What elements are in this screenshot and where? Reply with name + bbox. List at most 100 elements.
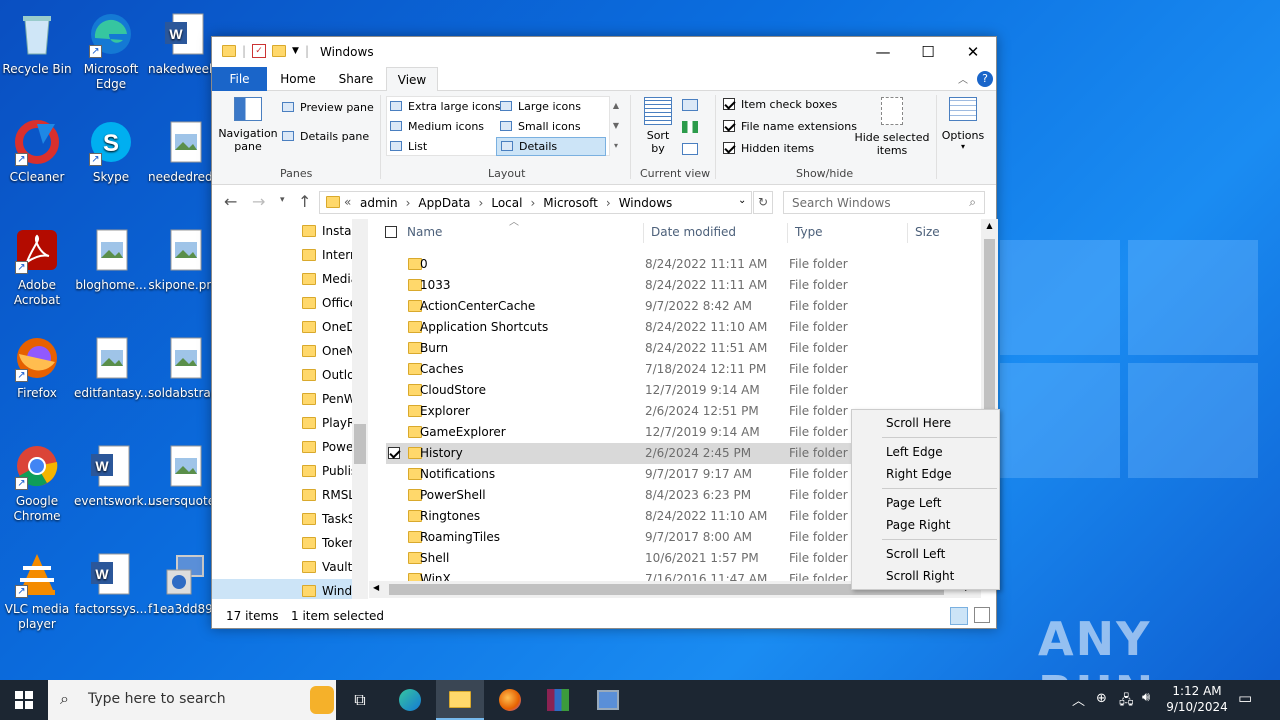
breadcrumb-item[interactable]: Local xyxy=(491,196,522,210)
file-row[interactable]: 1033 8/24/2022 11:11 AM File folder xyxy=(386,275,951,296)
address-dropdown-icon[interactable]: ⌄ xyxy=(738,195,746,206)
file-name-extensions-toggle[interactable]: File name extensions xyxy=(723,120,857,133)
quick-access-dropdown-icon[interactable]: ▼ xyxy=(292,46,299,56)
task-view-button[interactable]: ⧉ xyxy=(336,680,384,720)
size-columns-icon[interactable] xyxy=(682,143,698,155)
desktop-icon[interactable]: ↗ Google Chrome xyxy=(0,442,74,524)
column-header-type[interactable]: Type xyxy=(795,219,823,245)
notifications-icon[interactable]: ▭ xyxy=(1238,689,1252,707)
help-icon[interactable]: ? xyxy=(977,71,993,87)
file-row[interactable]: Caches 7/18/2024 12:11 PM File folder xyxy=(386,359,951,380)
taskbar-installer[interactable] xyxy=(584,680,632,720)
layout-list[interactable]: List xyxy=(390,140,427,153)
desktop-icon[interactable]: ↗ Firefox xyxy=(0,334,74,401)
group-by-icon[interactable] xyxy=(682,99,698,111)
volume-icon[interactable]: 🔊︎ xyxy=(1142,690,1150,705)
column-header-date-modified[interactable]: Date modified xyxy=(651,219,736,245)
desktop-icon[interactable]: bloghome... xyxy=(74,226,148,293)
file-name-extensions-checkbox[interactable] xyxy=(723,120,735,132)
file-row[interactable]: Application Shortcuts 8/24/2022 11:10 AM F… xyxy=(386,317,951,338)
desktop-icon[interactable]: Wfactorssys... xyxy=(74,550,148,617)
file-row[interactable]: Burn 8/24/2022 11:51 AM File folder xyxy=(386,338,951,359)
row-checkbox[interactable] xyxy=(388,447,400,459)
desktop-icon[interactable]: S ↗ Skype xyxy=(74,118,148,185)
collapse-ribbon-icon[interactable]: ︿ xyxy=(958,71,968,86)
close-button[interactable]: ✕ xyxy=(950,37,996,67)
hidden-items-toggle[interactable]: Hidden items xyxy=(723,142,814,155)
maximize-button[interactable]: ☐ xyxy=(905,37,951,67)
desktop-icon[interactable]: ↗ Adobe Acrobat xyxy=(0,226,74,308)
breadcrumb-item[interactable]: admin xyxy=(360,196,398,210)
taskbar-search-box[interactable]: ⌕ Type here to search xyxy=(48,680,336,720)
sort-by-button[interactable]: Sort by xyxy=(640,97,676,155)
menu-scroll-here[interactable]: Scroll Here xyxy=(886,416,951,430)
file-row[interactable]: CloudStore 12/7/2019 9:14 AM File folder xyxy=(386,380,951,401)
column-header-size[interactable]: Size xyxy=(915,219,940,245)
menu-scroll-right[interactable]: Scroll Right xyxy=(886,569,954,583)
desktop-icon[interactable]: Recycle Bin xyxy=(0,10,74,77)
up-arrow-icon[interactable]: ↑ xyxy=(298,192,311,211)
show-hidden-icons-chevron[interactable]: ︿ xyxy=(1072,690,1085,709)
menu-page-left[interactable]: Page Left xyxy=(886,496,941,510)
navigation-pane-button[interactable]: Navigation pane xyxy=(218,97,278,157)
search-input[interactable]: Search Windows ⌕ xyxy=(783,191,985,214)
refresh-button[interactable]: ↻ xyxy=(753,191,773,214)
add-columns-icon[interactable] xyxy=(682,121,698,133)
desktop-icon[interactable]: editfantasy... xyxy=(74,334,151,401)
file-row[interactable]: 0 8/24/2022 11:11 AM File folder xyxy=(386,254,951,275)
file-row[interactable]: ActionCenterCache 9/7/2022 8:42 AM File fo… xyxy=(386,296,951,317)
new-folder-icon[interactable] xyxy=(272,45,287,57)
layout-extra-large-icons[interactable]: Extra large icons xyxy=(390,100,500,113)
layout-scroll-icon[interactable]: ▲ ▼ ▾ xyxy=(611,96,621,156)
recent-locations-chevron-icon[interactable]: ▾ xyxy=(280,195,285,205)
address-overflow[interactable]: « xyxy=(344,195,351,209)
breadcrumb-separator-icon[interactable]: › xyxy=(479,196,484,210)
back-arrow-icon[interactable]: ← xyxy=(224,192,237,211)
taskbar-edge[interactable] xyxy=(386,680,434,720)
breadcrumb-separator-icon[interactable]: › xyxy=(406,196,411,210)
desktop-icon[interactable]: ↗ CCleaner xyxy=(0,118,74,185)
layout-details[interactable]: Details xyxy=(496,137,606,156)
breadcrumb-item[interactable]: Microsoft xyxy=(543,196,598,210)
layout-medium-icons[interactable]: Medium icons xyxy=(390,120,484,133)
taskbar-file-explorer[interactable] xyxy=(436,680,484,720)
desktop-icon[interactable]: Weventswork... xyxy=(74,442,155,509)
network-icon[interactable]: 🖧 xyxy=(1119,691,1134,713)
layout-small-icons[interactable]: Small icons xyxy=(500,120,581,133)
minimize-button[interactable]: — xyxy=(860,37,906,67)
breadcrumb-item[interactable]: AppData xyxy=(418,196,470,210)
details-view-icon[interactable] xyxy=(950,607,968,625)
layout-large-icons[interactable]: Large icons xyxy=(500,100,581,113)
desktop-icon[interactable]: ↗ VLC media player xyxy=(0,550,74,632)
start-button[interactable] xyxy=(0,680,48,720)
hidden-items-checkbox[interactable] xyxy=(723,142,735,154)
item-check-boxes-toggle[interactable]: Item check boxes xyxy=(723,98,837,111)
menu-scroll-left[interactable]: Scroll Left xyxy=(886,547,945,561)
item-check-boxes-checkbox[interactable] xyxy=(723,98,735,110)
properties-icon[interactable]: ✓ xyxy=(252,44,267,58)
breadcrumb-separator-icon[interactable]: › xyxy=(530,196,535,210)
taskbar-firefox[interactable] xyxy=(486,680,534,720)
tab-view[interactable]: View xyxy=(386,67,438,92)
taskbar-winrar[interactable] xyxy=(534,680,582,720)
menu-right-edge[interactable]: Right Edge xyxy=(886,467,952,481)
clock[interactable]: 1:12 AM 9/10/2024 xyxy=(1162,683,1232,715)
title-bar[interactable]: | ✓ ▼ | Windows — ☐ ✕ xyxy=(212,37,996,67)
large-icons-view-icon[interactable] xyxy=(974,607,990,623)
menu-left-edge[interactable]: Left Edge xyxy=(886,445,943,459)
options-button[interactable]: Options ▾ xyxy=(940,97,986,151)
select-all-checkbox[interactable] xyxy=(385,226,397,238)
column-header-name[interactable]: Name xyxy=(407,219,442,245)
breadcrumb-item[interactable]: Windows xyxy=(619,196,673,210)
security-icon[interactable]: ⊕ xyxy=(1096,691,1107,706)
forward-arrow-icon[interactable]: → xyxy=(252,192,265,211)
tab-share[interactable]: Share xyxy=(328,67,384,91)
details-pane-button[interactable]: Details pane xyxy=(282,130,369,143)
tab-file[interactable]: File xyxy=(212,67,267,91)
hide-selected-items-button[interactable]: Hide selected items xyxy=(854,97,930,157)
navigation-pane-scrollbar[interactable] xyxy=(352,219,368,599)
menu-page-right[interactable]: Page Right xyxy=(886,518,950,532)
breadcrumb-separator-icon[interactable]: › xyxy=(606,196,611,210)
preview-pane-button[interactable]: Preview pane xyxy=(282,101,374,114)
desktop-icon[interactable]: ↗ Microsoft Edge xyxy=(74,10,148,92)
